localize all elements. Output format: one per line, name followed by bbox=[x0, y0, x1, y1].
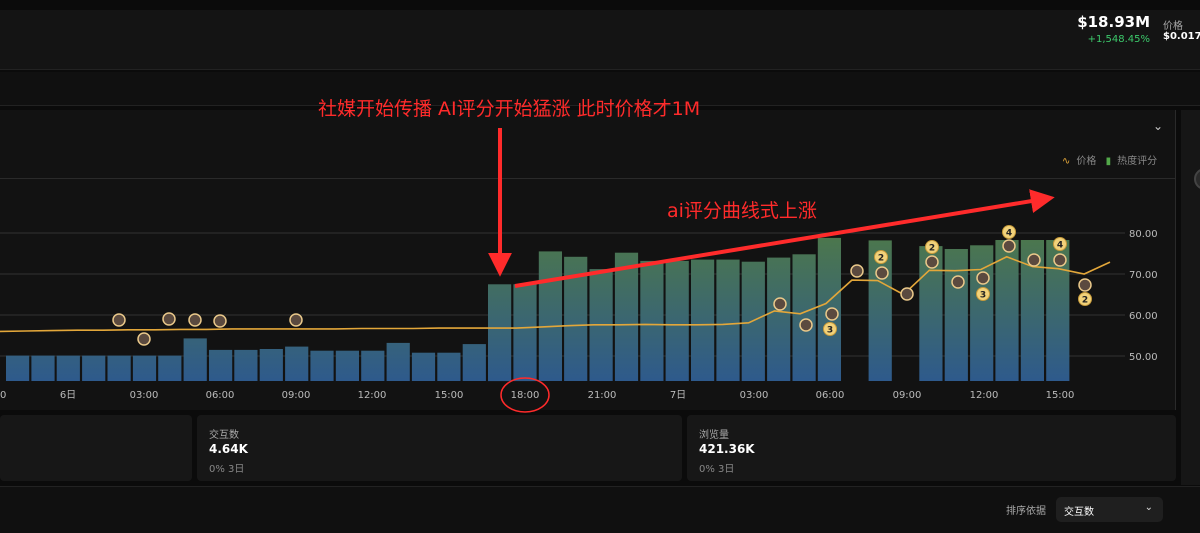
heat-bar bbox=[31, 355, 55, 381]
heat-bar bbox=[944, 249, 968, 381]
heat-bar bbox=[411, 352, 436, 381]
heat-bar bbox=[665, 260, 689, 381]
x-tick-label: 18:00 bbox=[511, 390, 540, 401]
event-avatar bbox=[900, 287, 914, 301]
heat-bar bbox=[132, 355, 157, 381]
heat-bar bbox=[691, 259, 715, 381]
heat-bar bbox=[767, 257, 791, 381]
event-count-text: 4 bbox=[1006, 229, 1012, 239]
heat-bar bbox=[56, 355, 80, 381]
stats-row: 交互数 4.64K 0% 3日 浏览量 421.36K 0% 3日 bbox=[0, 415, 1176, 481]
chevron-down-icon: ⌄ bbox=[1144, 502, 1153, 513]
event-avatar bbox=[1002, 239, 1016, 253]
heat-bar bbox=[209, 349, 233, 381]
stat-label: 浏览量 bbox=[699, 430, 729, 441]
sort-label: 排序依据 bbox=[1006, 506, 1046, 517]
stat-value: 421.36K bbox=[699, 442, 755, 456]
x-tick-label: 06:00 bbox=[816, 390, 845, 401]
x-tick-label: 03:00 bbox=[130, 390, 159, 401]
event-avatar bbox=[799, 318, 813, 332]
event-avatar bbox=[213, 314, 227, 328]
annotation-curve-rise: ai评分曲线式上涨 bbox=[667, 200, 817, 222]
event-avatar bbox=[773, 297, 787, 311]
stat-card-views: 浏览量 421.36K 0% 3日 bbox=[687, 415, 1176, 481]
heat-bar bbox=[6, 355, 30, 381]
heat-bar bbox=[792, 254, 816, 381]
x-tick-label: 7日 bbox=[670, 390, 686, 401]
event-avatar bbox=[1053, 253, 1067, 267]
heat-bar bbox=[386, 342, 410, 381]
event-avatar bbox=[162, 312, 176, 326]
heat-bar bbox=[82, 355, 106, 381]
x-tick-label: 09:00 bbox=[282, 390, 311, 401]
heat-bar bbox=[285, 346, 309, 381]
x-tick-label: 12:00 bbox=[358, 390, 387, 401]
event-count-text: 3 bbox=[980, 291, 986, 301]
heat-bar bbox=[234, 349, 258, 381]
heat-bar bbox=[107, 355, 131, 381]
stat-card-interactions: 交互数 4.64K 0% 3日 bbox=[197, 415, 682, 481]
event-avatar bbox=[976, 271, 990, 285]
event-count-text: 3 bbox=[827, 326, 833, 336]
event-count-text: 2 bbox=[878, 254, 884, 264]
event-avatar bbox=[188, 313, 202, 327]
heat-bar bbox=[183, 338, 207, 381]
event-avatar bbox=[112, 313, 126, 327]
x-tick-label: 09:00 bbox=[893, 390, 922, 401]
stat-sub: 0% 3日 bbox=[699, 464, 735, 475]
x-tick-label: 15:00 bbox=[1046, 390, 1075, 401]
y-tick-label: 50.00 bbox=[1129, 352, 1158, 363]
event-count-text: 2 bbox=[929, 244, 935, 254]
heat-bar bbox=[335, 350, 359, 381]
heat-bar bbox=[462, 344, 486, 381]
stat-sub: 0% 3日 bbox=[209, 464, 245, 475]
event-avatar bbox=[850, 264, 864, 278]
y-tick-label: 80.00 bbox=[1129, 229, 1158, 240]
event-avatar bbox=[875, 266, 889, 280]
event-avatar bbox=[137, 332, 151, 346]
event-avatar bbox=[1027, 253, 1041, 267]
heat-bar bbox=[259, 349, 283, 381]
x-tick-label: 15:00 bbox=[435, 390, 464, 401]
sort-select[interactable]: 交互数 ⌄ bbox=[1056, 497, 1163, 522]
stat-card-hidden bbox=[0, 415, 192, 481]
y-tick-label: 70.00 bbox=[1129, 270, 1158, 281]
x-tick-label: 0 bbox=[0, 390, 6, 401]
heat-bar bbox=[513, 284, 537, 382]
stat-value: 4.64K bbox=[209, 442, 248, 456]
event-avatar bbox=[925, 255, 939, 269]
event-count-text: 2 bbox=[1082, 296, 1088, 306]
heat-bar bbox=[538, 251, 562, 381]
heat-bar bbox=[614, 252, 639, 381]
heat-bar bbox=[488, 284, 512, 382]
annotation-social-start: 社媒开始传播 AI评分开始猛涨 此时价格才1M bbox=[318, 98, 701, 120]
heat-bar bbox=[437, 352, 461, 381]
x-tick-label: 21:00 bbox=[588, 390, 617, 401]
x-tick-label: 6日 bbox=[60, 390, 76, 401]
heat-bar bbox=[640, 260, 664, 381]
event-avatar bbox=[951, 275, 965, 289]
x-tick-label: 12:00 bbox=[970, 390, 999, 401]
y-tick-label: 60.00 bbox=[1129, 311, 1158, 322]
heat-bar bbox=[310, 350, 334, 381]
event-count-text: 4 bbox=[1057, 241, 1063, 251]
event-avatar bbox=[289, 313, 303, 327]
heat-bar bbox=[361, 350, 385, 381]
event-avatar bbox=[1078, 278, 1092, 292]
x-tick-label: 03:00 bbox=[740, 390, 769, 401]
heat-bar bbox=[158, 355, 182, 381]
x-tick-label: 06:00 bbox=[206, 390, 235, 401]
event-avatar bbox=[825, 307, 839, 321]
stat-label: 交互数 bbox=[209, 430, 239, 441]
heat-bar bbox=[716, 259, 740, 381]
sort-selected-value: 交互数 bbox=[1064, 507, 1094, 518]
